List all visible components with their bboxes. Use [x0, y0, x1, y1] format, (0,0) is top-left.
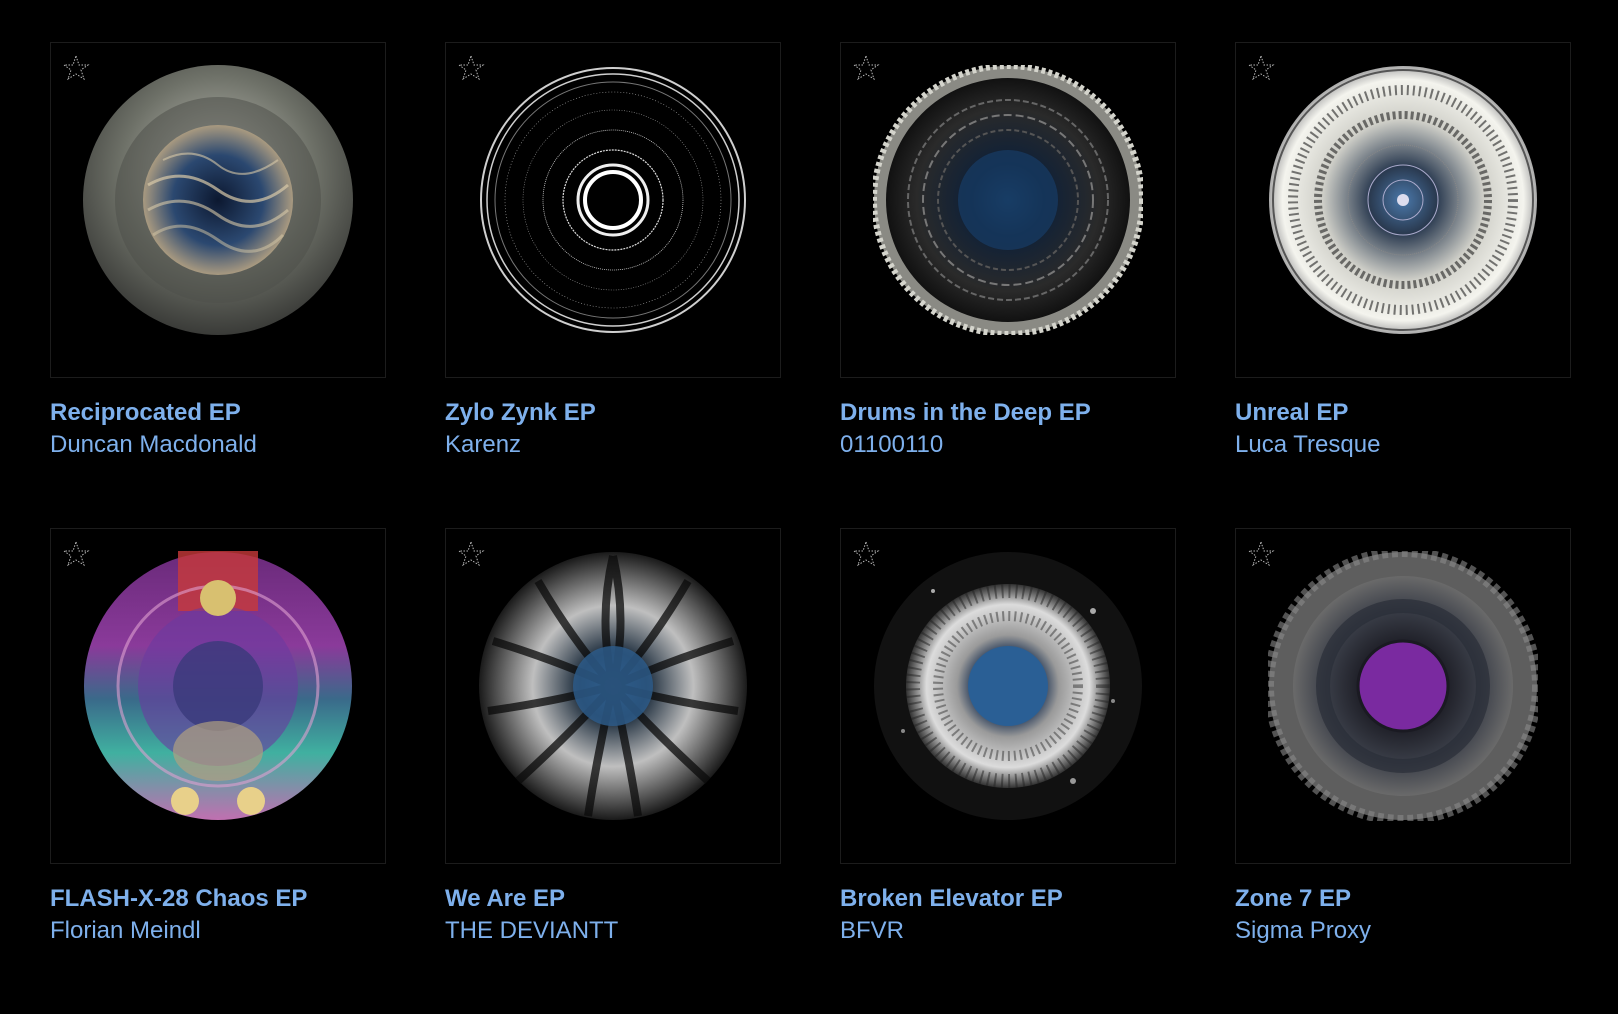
cover-art: [1269, 66, 1537, 334]
album-cover[interactable]: [445, 528, 781, 864]
release-title[interactable]: Zylo Zynk EP: [445, 398, 781, 428]
cover-art: [479, 552, 747, 820]
cover-art: [480, 67, 746, 333]
release-title[interactable]: Drums in the Deep EP: [840, 398, 1176, 428]
release-artist[interactable]: Duncan Macdonald: [50, 428, 386, 462]
album-cover[interactable]: [1235, 528, 1571, 864]
release-title[interactable]: FLASH-X-28 Chaos EP: [50, 884, 386, 914]
album-cover[interactable]: [445, 42, 781, 378]
release-card[interactable]: Zylo Zynk EP Karenz: [445, 42, 781, 528]
cover-art: [84, 551, 352, 820]
release-card[interactable]: FLASH-X-28 Chaos EP Florian Meindl: [50, 528, 386, 1014]
release-artist[interactable]: Luca Tresque: [1235, 428, 1571, 462]
cover-art: [873, 65, 1143, 335]
release-card[interactable]: Broken Elevator EP BFVR: [840, 528, 1176, 1014]
cover-art: [83, 65, 353, 335]
album-cover[interactable]: [840, 42, 1176, 378]
release-card[interactable]: We Are EP THE DEVIANTT: [445, 528, 781, 1014]
release-title[interactable]: We Are EP: [445, 884, 781, 914]
release-artist[interactable]: THE DEVIANTT: [445, 914, 781, 948]
release-title[interactable]: Zone 7 EP: [1235, 884, 1571, 914]
album-cover[interactable]: [840, 528, 1176, 864]
album-cover[interactable]: [50, 42, 386, 378]
album-cover[interactable]: [1235, 42, 1571, 378]
release-card[interactable]: Drums in the Deep EP 01100110: [840, 42, 1176, 528]
release-artist[interactable]: Sigma Proxy: [1235, 914, 1571, 948]
release-grid: Reciprocated EP Duncan Macdonald Zylo Zy…: [50, 42, 1571, 1014]
album-cover[interactable]: [50, 528, 386, 864]
release-artist[interactable]: BFVR: [840, 914, 1176, 948]
release-title[interactable]: Unreal EP: [1235, 398, 1571, 428]
release-card[interactable]: Unreal EP Luca Tresque: [1235, 42, 1571, 528]
release-card[interactable]: Zone 7 EP Sigma Proxy: [1235, 528, 1571, 1014]
release-title[interactable]: Broken Elevator EP: [840, 884, 1176, 914]
release-artist[interactable]: 01100110: [840, 428, 1176, 462]
release-title[interactable]: Reciprocated EP: [50, 398, 386, 428]
cover-art: [1268, 551, 1538, 821]
release-artist[interactable]: Karenz: [445, 428, 781, 462]
cover-art: [874, 552, 1142, 820]
release-artist[interactable]: Florian Meindl: [50, 914, 386, 948]
release-card[interactable]: Reciprocated EP Duncan Macdonald: [50, 42, 386, 528]
